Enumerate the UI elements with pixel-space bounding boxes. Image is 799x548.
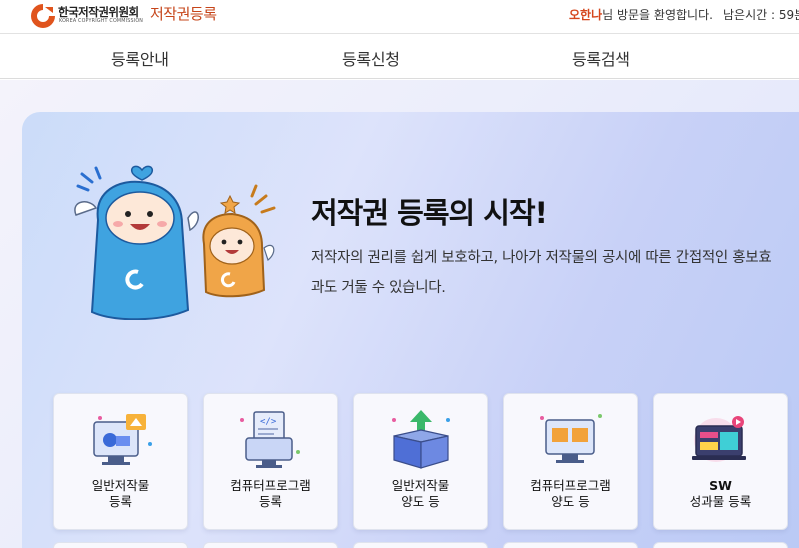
site-title[interactable]: 저작권등록 — [150, 3, 217, 24]
card-program-register[interactable]: </> 컴퓨터프로그램 등록 — [203, 393, 338, 530]
card-label-line2: 양도 등 — [551, 494, 590, 509]
session-timer: 남은시간 : 59분 — [723, 8, 799, 22]
nav-item-apply[interactable]: 등록신청 — [342, 46, 400, 70]
main-nav: 등록안내 등록신청 등록검색 — [0, 34, 799, 79]
card-next-row[interactable] — [203, 542, 338, 548]
nav-item-guide[interactable]: 등록안내 — [111, 46, 169, 70]
card-sw-output-register[interactable]: SW 성과물 등록 — [653, 393, 788, 530]
card-label-line2: 성과물 등록 — [689, 494, 752, 509]
card-label-line1: 일반저작물 — [91, 478, 150, 493]
card-program-transfer[interactable]: 컴퓨터프로그램 양도 등 — [503, 393, 638, 530]
card-label-line2: 양도 등 — [401, 494, 440, 509]
program-transfer-icon — [540, 414, 602, 463]
card-label-line2: 등록 — [258, 494, 282, 509]
card-label-line1: 컴퓨터프로그램 — [530, 478, 611, 493]
card-general-work-transfer[interactable]: 일반저작물 양도 등 — [353, 393, 488, 530]
hero-description: 저작자의 권리를 쉽게 보호하고, 나아가 저작물의 공시에 따른 간접적인 홍… — [311, 250, 772, 296]
card-next-row[interactable] — [53, 542, 188, 548]
welcome-suffix: 님 방문을 환영합니다. — [602, 8, 713, 22]
card-label: 컴퓨터프로그램 등록 — [204, 478, 337, 510]
card-label-line2: 등록 — [108, 494, 132, 509]
card-label: 컴퓨터프로그램 양도 등 — [504, 478, 637, 510]
sw-output-icon — [692, 416, 746, 462]
copyright-commission-logo-icon[interactable] — [29, 3, 57, 29]
hero-title: 저작권 등록의 시작! — [311, 196, 548, 230]
general-work-icon — [93, 414, 152, 465]
card-label-line1: SW — [709, 478, 732, 493]
top-bar: 한국저작권위원회 KOREA COPYRIGHT COMMISSION 저작권등… — [0, 0, 799, 34]
card-label: SW 성과물 등록 — [654, 478, 787, 510]
org-name: 한국저작권위원회 — [58, 5, 139, 19]
transfer-box-icon — [392, 410, 450, 469]
user-name: 오한나 — [569, 8, 603, 22]
org-name-en: KOREA COPYRIGHT COMMISSION — [59, 19, 144, 24]
mascot-illustration — [74, 165, 276, 320]
card-next-row[interactable] — [353, 542, 488, 548]
card-label-line1: 일반저작물 — [391, 478, 450, 493]
card-label-line1: 컴퓨터프로그램 — [230, 478, 311, 493]
computer-program-icon: </> — [240, 411, 300, 468]
welcome-message: 오한나님 방문을 환영합니다. — [569, 6, 713, 23]
nav-item-search[interactable]: 등록검색 — [572, 46, 630, 70]
svg-text:</>: </> — [260, 417, 277, 427]
card-label: 일반저작물 등록 — [54, 478, 187, 510]
card-general-work-register[interactable]: 일반저작물 등록 — [53, 393, 188, 530]
card-next-row[interactable] — [653, 542, 788, 548]
card-label: 일반저작물 양도 등 — [354, 478, 487, 510]
card-next-row[interactable] — [503, 542, 638, 548]
